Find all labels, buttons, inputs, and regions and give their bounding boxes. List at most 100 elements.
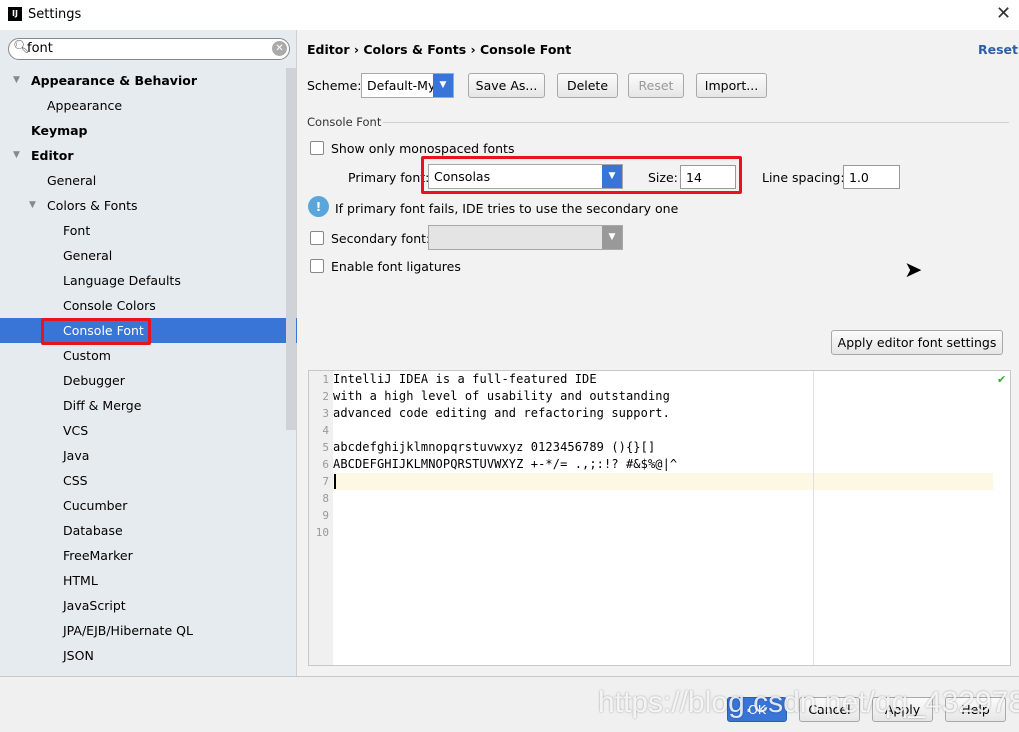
line-number: 9 <box>322 509 329 522</box>
expand-arrow-icon[interactable]: ▼ <box>13 68 20 93</box>
breadcrumb: Editor › Colors & Fonts › Console Font <box>307 42 572 57</box>
tree-item[interactable]: ▼ Colors & Fonts <box>0 193 297 218</box>
chevron-down-icon: ▼ <box>602 226 622 249</box>
apply-editor-font-button[interactable]: Apply editor font settings <box>831 330 1003 355</box>
tree-item[interactable]: Language Defaults <box>0 268 297 293</box>
sidebar: 🔍︎ ✕ ▼ Appearance & Behavior Appearance Key… <box>0 30 297 676</box>
tree-item[interactable]: Database <box>0 518 297 543</box>
highlight-font-size <box>421 156 742 194</box>
tree-item-label: Console Colors <box>63 298 156 313</box>
close-icon[interactable]: ✕ <box>996 3 1011 24</box>
tree-item-label: Custom <box>63 348 111 363</box>
line-number: 3 <box>322 407 329 420</box>
clear-search-icon[interactable]: ✕ <box>272 41 287 56</box>
tree-item[interactable]: Debugger <box>0 368 297 393</box>
main-panel: Editor › Colors & Fonts › Console Font R… <box>297 30 1019 676</box>
primary-font-label: Primary font: <box>348 170 430 185</box>
tree-item[interactable]: Cucumber <box>0 493 297 518</box>
line-number: 2 <box>322 390 329 403</box>
secondary-font-select[interactable]: ▼ <box>428 225 623 250</box>
save-as-button[interactable]: Save As... <box>468 73 545 98</box>
chevron-down-icon: ▼ <box>433 74 453 97</box>
tree-item-label: Appearance & Behavior <box>31 73 197 88</box>
title-bar: IJ Settings ✕ <box>0 0 1019 30</box>
tree-item[interactable]: Java <box>0 443 297 468</box>
mono-only-checkbox[interactable] <box>310 141 324 155</box>
tree-item[interactable]: CSS <box>0 468 297 493</box>
tree-item-label: Java <box>63 448 90 463</box>
tree-item[interactable]: JSON <box>0 643 297 668</box>
code-line: IntelliJ IDEA is a full-featured IDE <box>333 372 597 386</box>
search-input[interactable] <box>27 41 267 56</box>
search-field[interactable]: 🔍︎ ✕ <box>8 38 290 60</box>
tree-item[interactable]: FreeMarker <box>0 543 297 568</box>
tree-item-label: Keymap <box>31 123 88 138</box>
tree-item-label: General <box>47 173 97 188</box>
tree-item-label: JSON <box>63 648 94 663</box>
mono-only-label: Show only monospaced fonts <box>331 141 515 156</box>
line-number: 10 <box>315 526 329 539</box>
line-spacing-label: Line spacing: <box>762 170 845 185</box>
line-spacing-input[interactable] <box>843 165 900 189</box>
watermark: https://blog.csdn.net/qq_43297802 <box>598 686 1019 719</box>
tree-item[interactable]: Custom <box>0 343 297 368</box>
import-button[interactable]: Import... <box>696 73 767 98</box>
info-icon: ! <box>308 196 329 217</box>
line-number: 4 <box>322 424 329 437</box>
secondary-font-checkbox[interactable] <box>310 231 324 245</box>
tree-item[interactable]: Font <box>0 218 297 243</box>
tree-item[interactable]: Appearance <box>0 93 297 118</box>
code-line: ABCDEFGHIJKLMNOPQRSTUVWXYZ +-*/= .,;:!? … <box>333 457 678 471</box>
tree-item-label: HTML <box>63 573 98 588</box>
app-logo-icon: IJ <box>8 7 22 21</box>
tree-item-label: VCS <box>63 423 89 438</box>
tree-item-label: Appearance <box>47 98 123 113</box>
code-line: abcdefghijklmnopqrstuvwxyz 0123456789 ()… <box>333 440 656 454</box>
tree-item-label: FreeMarker <box>63 548 133 563</box>
divider <box>383 122 1009 123</box>
tree-item-label: JavaScript <box>63 598 126 613</box>
sidebar-scrollbar[interactable] <box>286 68 296 430</box>
current-line-highlight <box>333 473 993 490</box>
delete-button[interactable]: Delete <box>557 73 618 98</box>
tree-item-label: General <box>63 248 113 263</box>
tree-item-label: Diff & Merge <box>63 398 142 413</box>
expand-arrow-icon[interactable]: ▼ <box>29 193 36 218</box>
reset-button[interactable]: Reset <box>628 73 684 98</box>
tree-item-label: Language Defaults <box>63 273 181 288</box>
tree-item[interactable]: HTML <box>0 568 297 593</box>
tree-item-label: JPA/EJB/Hibernate QL <box>63 623 193 638</box>
tree-item[interactable]: Console Colors <box>0 293 297 318</box>
scheme-select[interactable]: Default-My ▼ <box>361 73 454 98</box>
window-title: Settings <box>28 7 82 22</box>
preview-editor[interactable]: 1 IntelliJ IDEA is a full-featured IDE 2 wi… <box>308 370 1011 666</box>
info-text: If primary font fails, IDE tries to use … <box>335 201 679 216</box>
tree-item[interactable]: VCS <box>0 418 297 443</box>
secondary-font-label: Secondary font: <box>331 231 431 246</box>
ligatures-checkbox[interactable] <box>310 259 324 273</box>
tree-item-label: Cucumber <box>63 498 128 513</box>
code-line: with a high level of usability and outst… <box>333 389 670 403</box>
code-line: advanced code editing and refactoring su… <box>333 406 670 420</box>
tree-item-label: Editor <box>31 148 74 163</box>
scheme-value: Default-My <box>367 78 436 93</box>
expand-arrow-icon[interactable]: ▼ <box>13 143 20 168</box>
tree-item[interactable]: Keymap <box>0 118 297 143</box>
tree-item[interactable]: General <box>0 243 297 268</box>
right-margin-guide <box>813 371 814 665</box>
tree-item[interactable]: JavaScript <box>0 593 297 618</box>
section-title: Console Font <box>307 115 382 129</box>
line-number: 7 <box>322 475 329 488</box>
reset-link[interactable]: Reset <box>978 42 1018 57</box>
text-cursor <box>334 474 336 489</box>
tree-item[interactable]: JPA/EJB/Hibernate QL <box>0 618 297 643</box>
tree-item-label: Database <box>63 523 123 538</box>
tree-item[interactable]: ▼ Appearance & Behavior <box>0 68 297 93</box>
tree-item[interactable]: General <box>0 168 297 193</box>
tree-item-label: Colors & Fonts <box>47 198 138 213</box>
tree-item[interactable]: Diff & Merge <box>0 393 297 418</box>
line-number: 1 <box>322 373 329 386</box>
scheme-label: Scheme: <box>307 78 362 93</box>
mouse-cursor-icon: ➤ <box>904 258 923 283</box>
tree-item[interactable]: ▼ Editor <box>0 143 297 168</box>
